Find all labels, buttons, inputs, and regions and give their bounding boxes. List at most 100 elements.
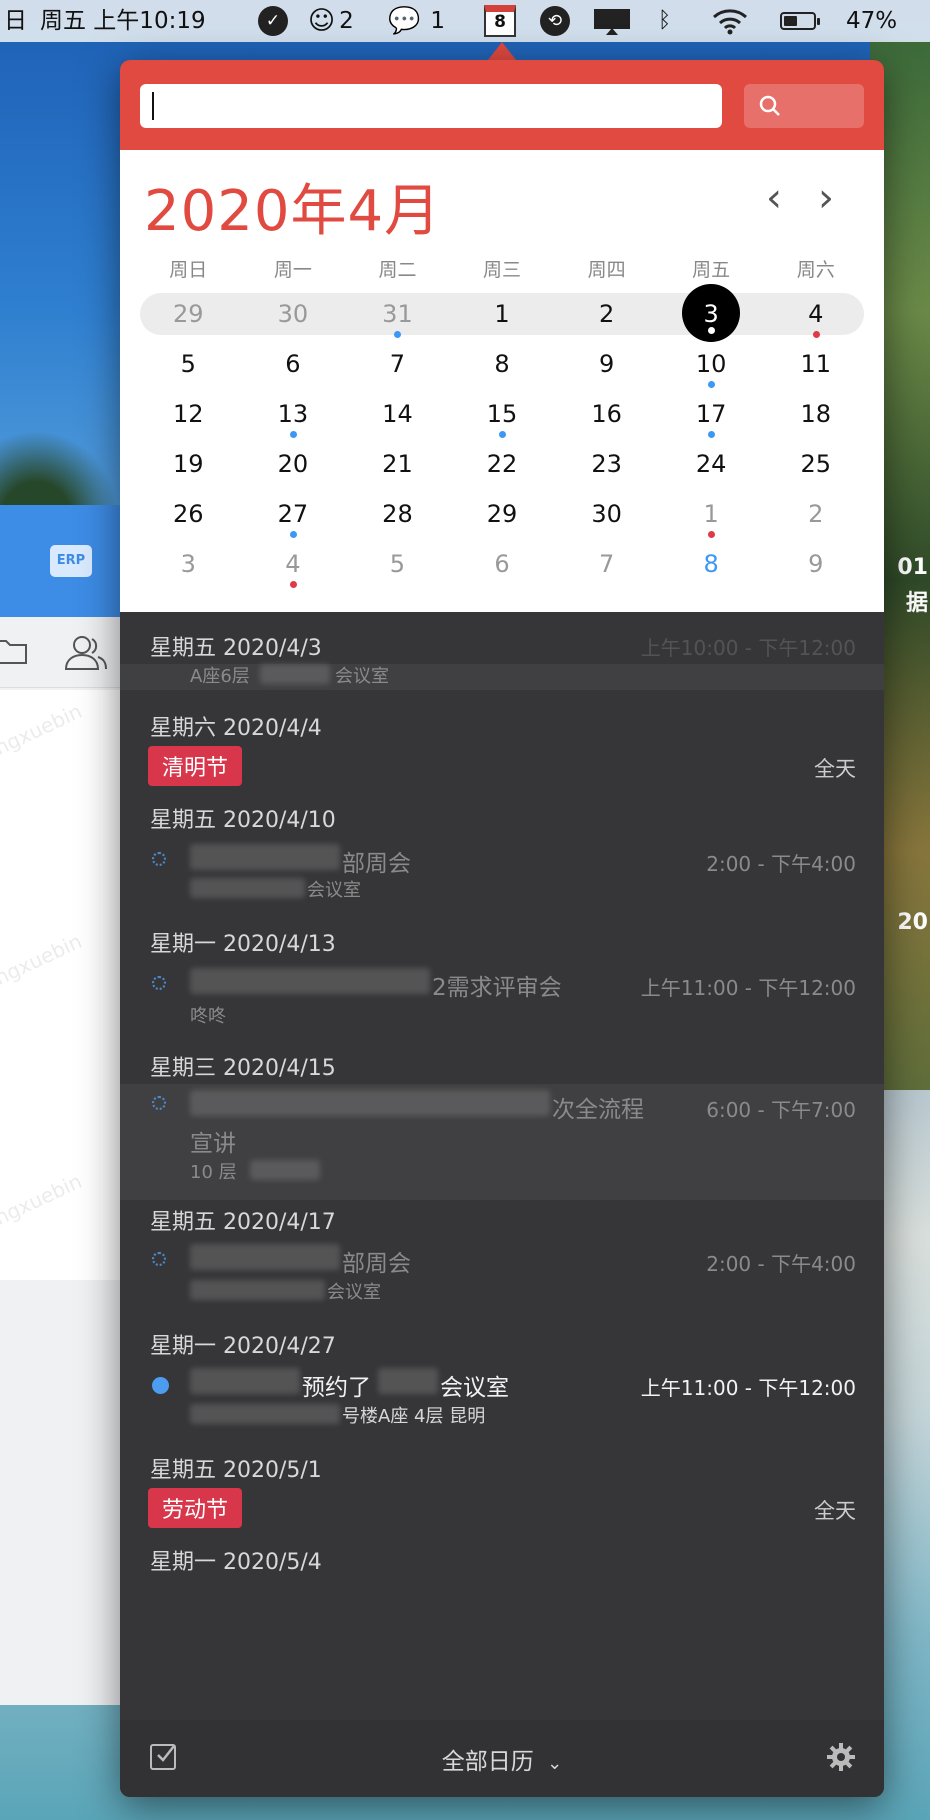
redacted-text bbox=[190, 878, 305, 898]
day-cell[interactable]: 7 bbox=[554, 540, 659, 590]
day-cell[interactable]: 14 bbox=[345, 390, 450, 440]
event-title-2: 会议室 bbox=[440, 1375, 509, 1401]
day-header: 星期五 2020/4/10 bbox=[150, 808, 336, 833]
day-cell[interactable]: 31 bbox=[345, 290, 450, 340]
day-cell[interactable]: 8 bbox=[659, 540, 764, 590]
gear-icon[interactable] bbox=[826, 1742, 856, 1772]
day-cell[interactable]: 22 bbox=[450, 440, 555, 490]
week-row: 26 27 28 29 30 1 2 bbox=[136, 490, 868, 540]
holiday-badge[interactable]: 劳动节 bbox=[148, 1488, 243, 1528]
day-cell[interactable]: 26 bbox=[136, 490, 241, 540]
day-cell[interactable]: 17 bbox=[659, 390, 764, 440]
day-cell[interactable]: 4 bbox=[241, 540, 346, 590]
day-number: 26 bbox=[173, 500, 204, 528]
day-number: 20 bbox=[277, 450, 309, 478]
day-cell[interactable]: 1 bbox=[450, 290, 555, 340]
day-number: 30 bbox=[277, 300, 309, 328]
search-button[interactable] bbox=[744, 84, 864, 128]
day-number: 28 bbox=[382, 500, 413, 528]
event-location: 号楼A座 4层 昆明 bbox=[342, 1406, 486, 1427]
wechat-icon[interactable]: 💬 1 bbox=[388, 0, 445, 42]
day-cell[interactable]: 16 bbox=[554, 390, 659, 440]
day-cell[interactable]: 8 bbox=[450, 340, 555, 390]
day-cell[interactable]: 24 bbox=[659, 440, 764, 490]
day-cell[interactable]: 9 bbox=[763, 540, 868, 590]
battery-icon[interactable] bbox=[780, 0, 820, 42]
battery-percent: 47% bbox=[846, 8, 898, 34]
search-input[interactable] bbox=[140, 84, 722, 128]
day-cell[interactable]: 6 bbox=[450, 540, 555, 590]
calendar-icon[interactable]: 8 bbox=[484, 0, 516, 42]
event-title[interactable]: 2需求评审会 bbox=[432, 968, 562, 1002]
day-cell[interactable]: 30 bbox=[241, 290, 346, 340]
text-cursor bbox=[152, 92, 154, 120]
sync-icon[interactable]: ⟲ bbox=[540, 0, 570, 42]
day-cell[interactable]: 29 bbox=[450, 490, 555, 540]
folder-icon[interactable] bbox=[0, 637, 28, 665]
day-cell[interactable]: 11 bbox=[763, 340, 868, 390]
erp-logo[interactable]: ERP bbox=[50, 545, 92, 577]
holiday-badge[interactable]: 清明节 bbox=[148, 746, 243, 786]
event-title[interactable]: 部周会 bbox=[342, 1244, 411, 1278]
event-title[interactable]: 部周会 bbox=[342, 844, 411, 878]
day-cell[interactable]: 30 bbox=[554, 490, 659, 540]
day-cell[interactable]: 7 bbox=[345, 340, 450, 390]
chevron-right-icon[interactable]: › bbox=[806, 178, 846, 218]
day-cell[interactable]: 23 bbox=[554, 440, 659, 490]
chevron-left-icon[interactable]: ‹ bbox=[754, 178, 794, 218]
weekday-label: 周一 bbox=[273, 259, 312, 281]
event-time: 上午11:00 - 下午12:00 bbox=[640, 976, 856, 1000]
day-number: 3 bbox=[703, 300, 719, 328]
day-cell[interactable]: 13 bbox=[241, 390, 346, 440]
day-cell[interactable]: 9 bbox=[554, 340, 659, 390]
day-cell[interactable]: 29 bbox=[136, 290, 241, 340]
vpn-icon[interactable]: ✓ bbox=[258, 0, 288, 42]
day-cell[interactable]: 28 bbox=[345, 490, 450, 540]
day-cell[interactable]: 1 bbox=[659, 490, 764, 540]
day-cell[interactable]: 2 bbox=[554, 290, 659, 340]
day-number: 7 bbox=[598, 550, 615, 578]
display-icon[interactable] bbox=[592, 0, 632, 42]
day-cell[interactable]: 25 bbox=[763, 440, 868, 490]
day-number: 5 bbox=[180, 350, 196, 378]
day-cell[interactable]: 27 bbox=[241, 490, 346, 540]
all-day-label: 全天 bbox=[814, 1499, 856, 1523]
day-cell[interactable]: 19 bbox=[136, 440, 241, 490]
event-title[interactable]: 预约了 bbox=[302, 1368, 371, 1402]
wifi-icon[interactable] bbox=[712, 0, 748, 42]
day-header: 星期五 2020/4/3 bbox=[150, 636, 322, 661]
day-cell[interactable]: 3 bbox=[136, 540, 241, 590]
day-number: 13 bbox=[277, 400, 309, 428]
event-location: 会议室 bbox=[327, 1282, 381, 1303]
day-number: 17 bbox=[695, 400, 727, 428]
popover-footer: 全部日历 ⌄ bbox=[120, 1720, 884, 1797]
event-title[interactable]: 次全流程 bbox=[552, 1090, 644, 1124]
bluetooth-icon[interactable]: ᛒ bbox=[658, 0, 671, 42]
day-cell[interactable]: 10 bbox=[659, 340, 764, 390]
erp-app-header: ERP bbox=[0, 505, 125, 617]
month-title: 2020年4月 bbox=[144, 179, 442, 244]
day-cell-today[interactable]: 3 bbox=[659, 284, 764, 342]
day-cell[interactable]: 2 bbox=[763, 490, 868, 540]
day-cell[interactable]: 18 bbox=[763, 390, 868, 440]
day-cell[interactable]: 5 bbox=[136, 340, 241, 390]
menubar-clock[interactable]: 周五 上午10:19 bbox=[40, 0, 206, 42]
day-cell[interactable]: 15 bbox=[450, 390, 555, 440]
chat-bubble-icon[interactable]: ☺ 2 bbox=[308, 0, 354, 42]
day-cell[interactable]: 5 bbox=[345, 540, 450, 590]
day-number: 15 bbox=[486, 400, 518, 428]
users-icon[interactable] bbox=[62, 633, 110, 673]
day-number: 29 bbox=[173, 300, 204, 328]
day-cell[interactable]: 21 bbox=[345, 440, 450, 490]
day-number: 8 bbox=[494, 350, 510, 378]
week-row: 29 30 31 1 2 3 4 bbox=[136, 284, 868, 342]
day-cell[interactable]: 20 bbox=[241, 440, 346, 490]
day-number: 2 bbox=[808, 500, 824, 528]
day-number: 7 bbox=[389, 350, 406, 378]
day-cell[interactable]: 6 bbox=[241, 340, 346, 390]
day-cell[interactable]: 4 bbox=[763, 290, 868, 340]
day-cell[interactable]: 12 bbox=[136, 390, 241, 440]
day-header: 星期五 2020/5/1 bbox=[150, 1458, 322, 1483]
event-dot bbox=[394, 331, 402, 338]
all-calendars-dropdown[interactable]: 全部日历 ⌄ bbox=[120, 1742, 884, 1776]
